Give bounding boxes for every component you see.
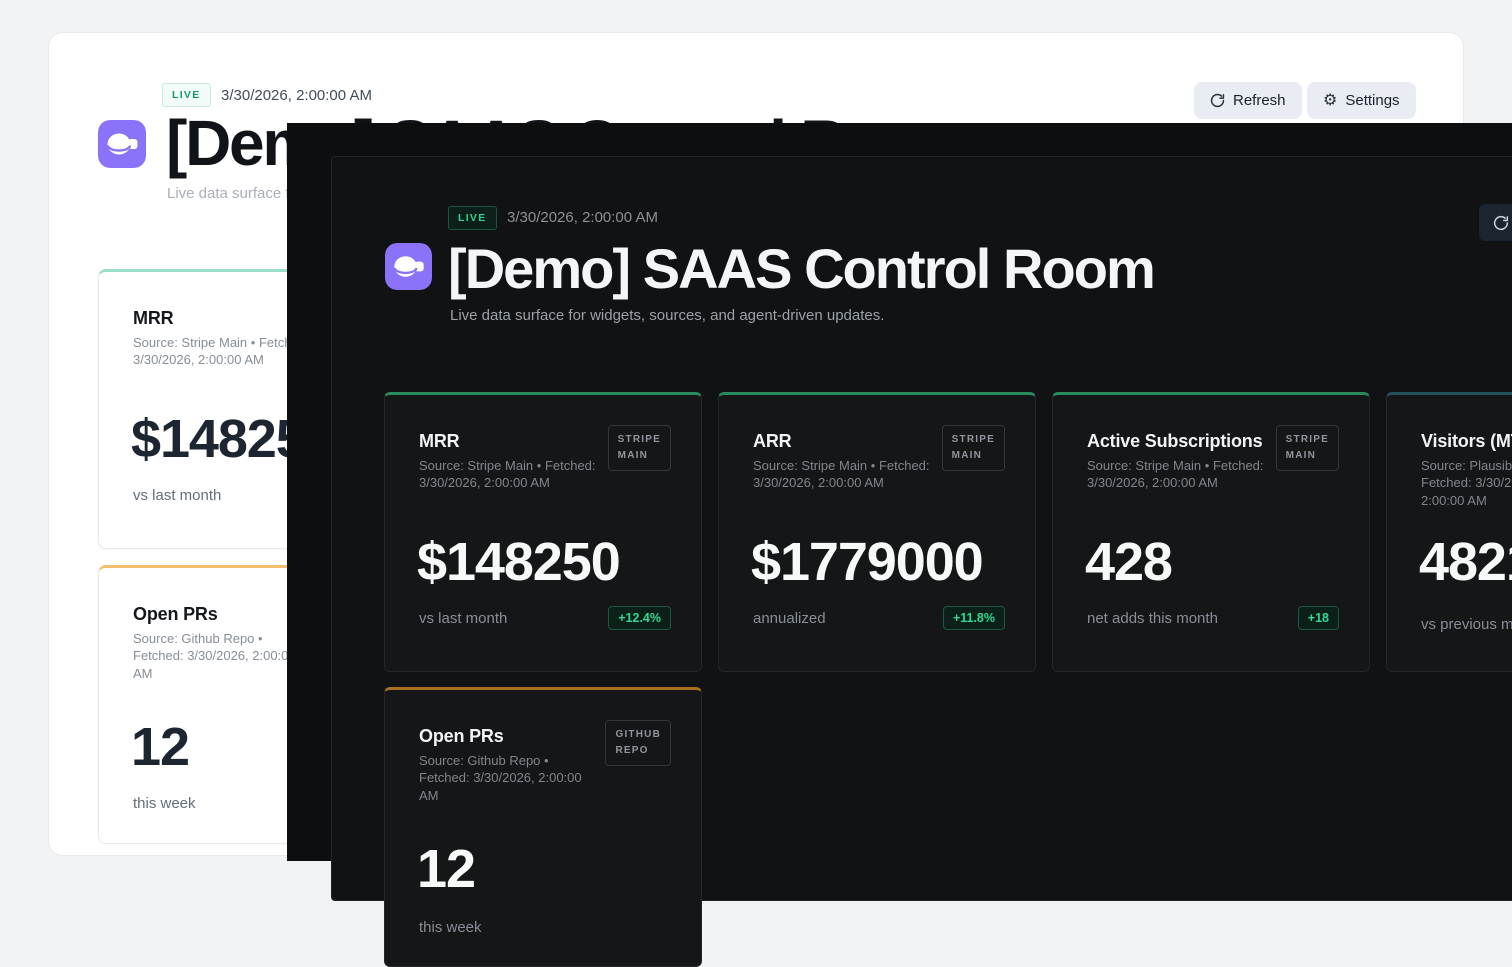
app-logo-icon: [98, 120, 146, 168]
source-badge: STRIPE MAIN: [608, 425, 671, 471]
page-subtitle: Live data surface for widgets, sources, …: [450, 307, 884, 324]
card-title: Open PRs: [419, 726, 504, 747]
delta-badge: +12.4%: [608, 606, 671, 630]
metric-value: $1779000: [751, 535, 983, 589]
dark-preview-overlay: LIVE 3/30/2026, 2:00:00 AM [Demo] SAAS C…: [287, 123, 1512, 861]
card-title: Visitors (MTD): [1421, 431, 1512, 452]
card-source: Source: Plausible • Fetched: 3/30/2026, …: [1421, 457, 1512, 509]
metric-card-active-subscriptions: Active Subscriptions Source: Stripe Main…: [1052, 392, 1370, 672]
metric-caption: vs last month: [419, 610, 507, 627]
delta-badge: +18: [1298, 606, 1339, 630]
dashboard-surface-dark: LIVE 3/30/2026, 2:00:00 AM [Demo] SAAS C…: [331, 156, 1512, 901]
card-source: Source: Stripe Main • Fetched: 3/30/2026…: [1087, 457, 1267, 492]
metric-card-mrr: MRR Source: Stripe Main • Fetched: 3/30/…: [384, 392, 702, 672]
settings-button[interactable]: ⚙ Settings: [1307, 82, 1416, 119]
card-source: Source: Stripe Main • Fetched: 3/30/2026…: [133, 334, 313, 369]
page-title: [Demo] SAAS Control Room: [448, 241, 1154, 297]
source-badge: STRIPE MAIN: [1276, 425, 1339, 471]
metric-caption: this week: [419, 919, 482, 936]
metric-caption: this week: [133, 795, 196, 812]
card-title: MRR: [419, 431, 459, 452]
metric-card-open-prs: Open PRs Source: Github Repo • Fetched: …: [384, 687, 702, 967]
refresh-button[interactable]: Refresh: [1194, 82, 1302, 119]
timestamp: 3/30/2026, 2:00:00 AM: [221, 87, 372, 104]
metric-value: 4821: [1419, 535, 1512, 589]
refresh-icon: [1210, 93, 1225, 108]
card-source: Source: Stripe Main • Fetched: 3/30/2026…: [753, 457, 933, 492]
metric-caption: vs previous month: [1421, 616, 1512, 633]
gear-icon: ⚙: [1323, 93, 1337, 109]
card-source: Source: Github Repo • Fetched: 3/30/2026…: [419, 752, 599, 804]
metric-caption: vs last month: [133, 487, 221, 504]
metric-value: 428: [1085, 535, 1172, 589]
metric-card-visitors: Visitors (MTD) Source: Plausible • Fetch…: [1386, 392, 1512, 672]
live-badge: LIVE: [162, 83, 211, 107]
metric-card-arr: ARR Source: Stripe Main • Fetched: 3/30/…: [718, 392, 1036, 672]
metric-caption: net adds this month: [1087, 610, 1218, 627]
live-badge: LIVE: [448, 206, 497, 230]
source-badge: STRIPE MAIN: [942, 425, 1005, 471]
metric-value: 12: [417, 842, 475, 896]
card-source: Source: Stripe Main • Fetched: 3/30/2026…: [419, 457, 599, 492]
metric-value: $148250: [417, 535, 620, 589]
metric-value: 12: [131, 720, 189, 774]
refresh-label: Refresh: [1233, 92, 1286, 109]
app-logo-icon: [385, 243, 432, 290]
card-title: MRR: [133, 308, 173, 329]
card-title: Open PRs: [133, 604, 218, 625]
settings-label: Settings: [1345, 92, 1399, 109]
timestamp: 3/30/2026, 2:00:00 AM: [507, 209, 658, 226]
source-badge: GITHUB REPO: [605, 720, 671, 766]
card-title: ARR: [753, 431, 791, 452]
card-title: Active Subscriptions: [1087, 431, 1262, 452]
refresh-button[interactable]: [1479, 204, 1512, 241]
refresh-icon: [1493, 215, 1509, 231]
metric-caption: annualized: [753, 610, 826, 627]
card-source: Source: Github Repo • Fetched: 3/30/2026…: [133, 630, 313, 682]
delta-badge: +11.8%: [943, 606, 1005, 630]
